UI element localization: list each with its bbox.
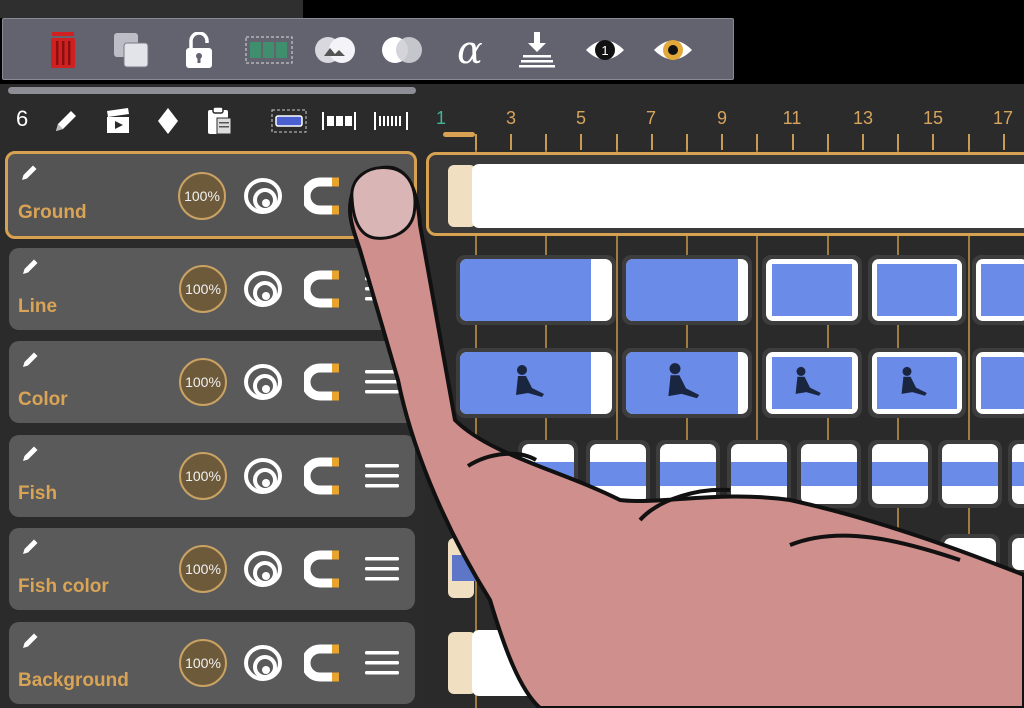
pointing-hand-illustration [348, 165, 1024, 708]
